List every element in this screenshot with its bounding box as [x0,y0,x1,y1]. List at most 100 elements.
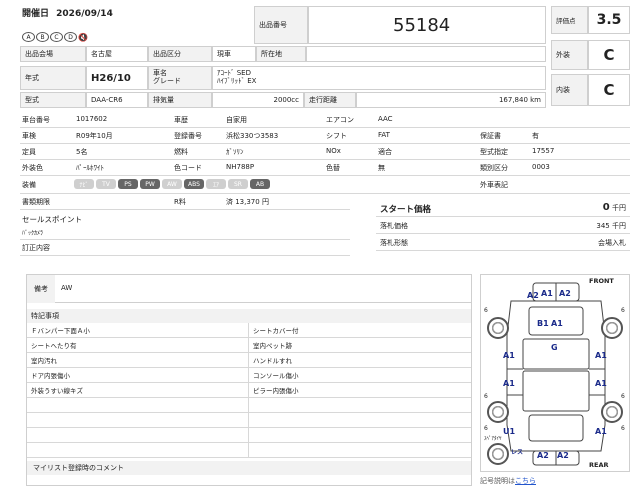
history-label: 車歴 [174,116,188,124]
plate-value: 浜松330つ3583 [226,132,279,140]
history-value: 自家用 [226,116,247,124]
typecert-label: 型式指定 [480,148,508,156]
score-label: 評価点 [551,6,588,34]
mylist-comment-label: マイリスト登録時のコメント [27,461,471,475]
ac-label: エアコン [326,116,354,124]
special-note-item: ピラー内張傷小 [249,383,471,398]
damage-code: B1 [537,319,549,328]
special-note-item: ハンドルすれ [249,353,471,368]
equipment-badge: AB [250,179,270,189]
damage-code: A2 [537,451,549,460]
chassis-label: 車台番号 [22,116,50,124]
special-note-item [27,398,249,413]
damage-code: U1 [503,427,516,436]
condition-badges: A B C D 🔇 [22,32,88,42]
special-notes-label: 特記事項 [27,309,471,323]
exterior-label: 外装 [551,40,588,70]
damage-code: A1 [503,379,515,388]
venue-label: 出品会場 [20,46,86,62]
capacity-label: 定員 [22,148,36,156]
exterior-grade: C [588,40,630,70]
lot-number: 55184 [308,6,546,44]
badge-a: A [22,32,35,42]
badge-c: C [50,32,63,42]
sold-price-label: 落札価格 [380,222,408,230]
special-note-item: 室内汚れ [27,353,249,368]
special-note-item: Ｆバンパー下面Ａ小 [27,323,249,338]
special-note-item: 室内ペット跡 [249,338,471,353]
interior-label: 内装 [551,74,588,106]
shift-label: シフト [326,132,347,140]
category-label: 出品区分 [148,46,212,62]
special-note-item [27,428,249,443]
fuel-label: 燃料 [174,148,188,156]
special-note-item [249,428,471,443]
colorchange-value: 無 [378,164,385,172]
sold-price-unit: 千円 [612,222,626,230]
equipment-badge: TV [96,179,116,189]
damage-code: A2 [557,451,569,460]
special-note-item: コンソール傷小 [249,368,471,383]
damage-code: A1 [551,319,563,328]
legend-link[interactable]: こちら [515,477,536,485]
class-label: 類別区分 [480,164,508,172]
color-value: ﾊﾟｰﾙﾎﾜｲﾄ [76,164,104,172]
start-price-label: スタート価格 [380,205,432,215]
wheel-front-left-icon [487,317,509,339]
recycle-value: 済 13,370 円 [226,198,269,206]
damage-diagram: FRONT REAR A2 A1 A2 B1 A1 G A1 A1 A1 A1 … [480,274,630,472]
equipment-badge: PW [140,179,160,189]
special-note-item [27,413,249,428]
damage-code: G [551,343,558,352]
start-price-value: 0 [602,202,610,213]
price-block: スタート価格 0 千円 落札価格 345 千円 落札形態 会場入札 [376,200,630,254]
mileage-label: 走行距離 [304,92,356,108]
warranty-label: 保証書 [480,132,501,140]
wheel-front-right-icon [601,317,623,339]
foreign-label: 外車表記 [480,181,508,189]
badge-d: D [64,32,77,42]
equipment-badge: ｴｱ [206,179,226,189]
badge-b: B [36,32,49,42]
capacity-value: 5名 [76,148,88,156]
special-note-item: シートへたり有 [27,338,249,353]
spare-less-label: レス [511,449,524,456]
equipment-label: 装備 [22,181,36,189]
chassis-value: 1017602 [76,115,108,123]
special-note-item [27,443,249,458]
colorchange-label: 色替 [326,164,340,172]
damage-code: A2 [559,289,571,298]
start-price-unit: 千円 [612,204,626,212]
sold-price-value: 345 [596,222,610,230]
displacement-label: 排気量 [148,92,212,108]
damage-code: A1 [595,427,607,436]
typecert-value: 17557 [532,147,555,155]
damage-code: A1 [541,289,553,298]
rear-label: REAR [589,461,609,469]
shift-value: FAT [378,131,390,139]
name-grade-value: ｱｺｰﾄﾞ SED ﾊｲﾌﾞﾘｯﾄﾞ EX [212,66,546,90]
plate-label: 登録番号 [174,132,202,140]
mileage-value: 167,840 km [356,92,546,108]
special-note-item [249,443,471,458]
colorcode-label: 色コード [174,164,202,172]
equipment-badge: AW [162,179,182,189]
legend-note: 記号説明はこちら [480,477,536,485]
tire-mark: 6 [621,393,625,400]
spare-tire-label: ｽﾍﾟｱﾀｲﾔ [484,436,502,442]
class-value: 0003 [532,163,550,171]
correction-label: 訂正内容 [22,244,50,252]
note-label: 備考 [27,275,55,303]
special-note-item [249,413,471,428]
equipment-badge: SR [228,179,248,189]
spare-tire-icon [487,443,509,465]
remarks-panel: 備考 AW 特記事項 Ｆバンパー下面Ａ小 シートカバー付 シートへたり有 室内ペット跡… [26,274,472,486]
warranty-value: 有 [532,132,539,140]
damage-code: A1 [503,351,515,360]
damage-code: A2 [527,291,539,300]
colorcode-value: NH788P [226,163,255,171]
location-label: 所在地 [256,46,306,62]
mute-icon: 🔇 [78,32,88,42]
year-label: 年式 [20,66,86,90]
category-value: 現車 [212,46,256,62]
